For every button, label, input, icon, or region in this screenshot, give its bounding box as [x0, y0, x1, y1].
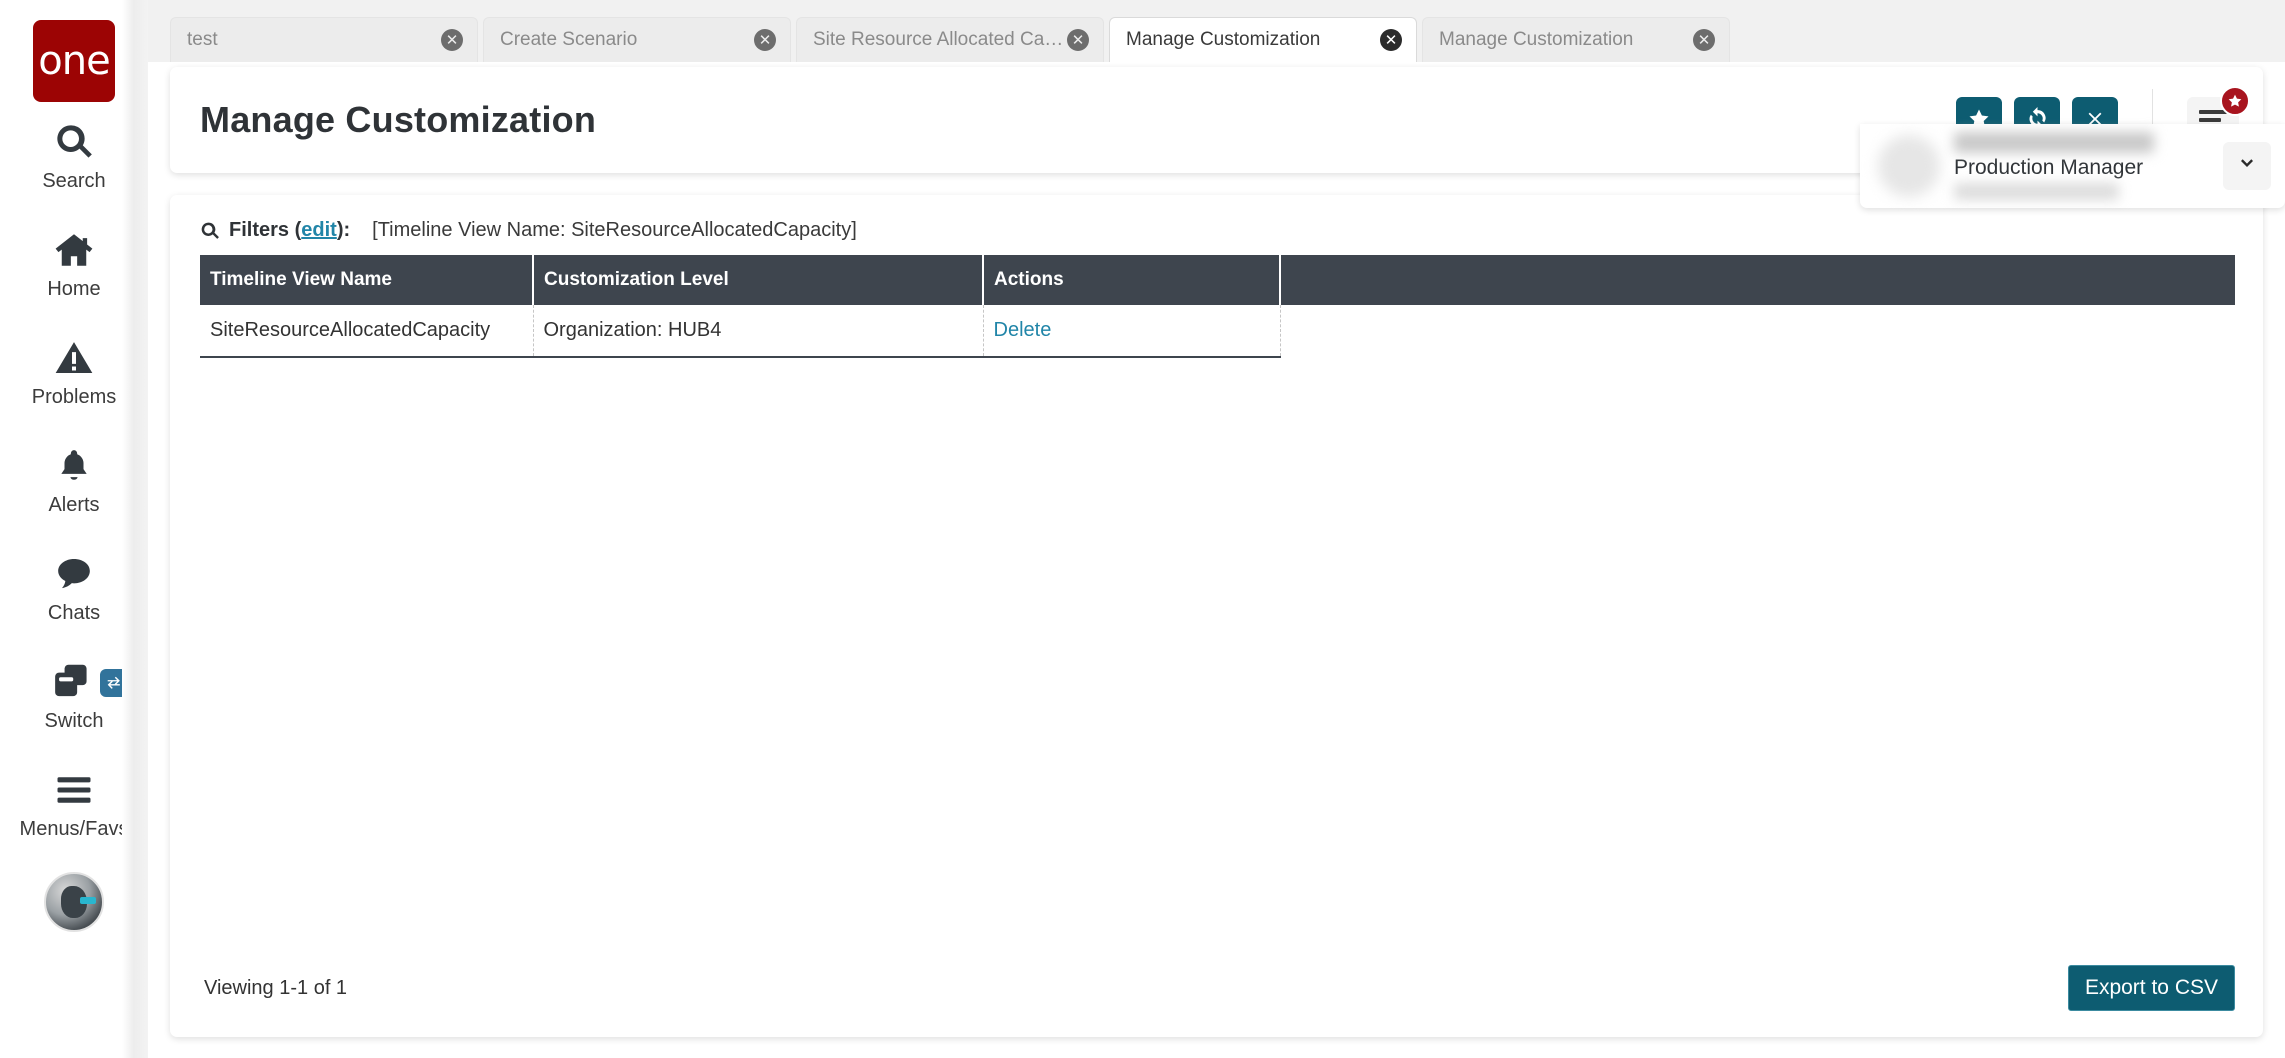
page-title: Manage Customization — [200, 99, 597, 140]
assistant-avatar[interactable] — [44, 872, 104, 932]
user-menu-toggle[interactable] — [2223, 142, 2271, 190]
tab-label: Manage Customization — [1126, 29, 1321, 50]
tab-manage-customization-second[interactable]: Manage Customization ✕ — [1422, 17, 1730, 62]
export-to-csv-button[interactable]: Export to CSV — [2067, 965, 2235, 1011]
sidebar-item-label: Search — [42, 169, 106, 192]
user-sub — [1954, 183, 2119, 200]
menu-favorites-badge — [2220, 86, 2250, 116]
sidebar-item-label: Chats — [47, 601, 101, 624]
filters-value: [Timeline View Name: SiteResourceAllocat… — [372, 219, 857, 241]
tab-bar: test ✕ Create Scenario ✕ Site Resource A… — [148, 0, 2285, 67]
sidebar-item-label: Alerts — [48, 493, 100, 516]
tab-label: Manage Customization — [1439, 29, 1634, 50]
user-role: Production Manager — [1954, 156, 2144, 179]
avatar — [1878, 135, 1940, 197]
home-icon — [53, 228, 95, 272]
viewing-status: Viewing 1-1 of 1 — [204, 976, 348, 999]
customization-table: Timeline View Name Customization Level A… — [200, 255, 2235, 358]
cell-actions: Delete — [983, 305, 1281, 358]
tab-close-icon[interactable]: ✕ — [1067, 29, 1089, 51]
results-table-wrapper: Timeline View Name Customization Level A… — [170, 255, 2263, 358]
tab-close-icon[interactable]: ✕ — [441, 29, 463, 51]
tab-create-scenario[interactable]: Create Scenario ✕ — [483, 17, 791, 62]
tab-close-icon[interactable]: ✕ — [754, 29, 776, 51]
cell-timeline-view-name: SiteResourceAllocatedCapacity — [200, 305, 534, 358]
switch-exchange-badge[interactable] — [100, 669, 128, 697]
tab-test[interactable]: test ✕ — [170, 17, 478, 62]
chevron-down-icon — [2235, 152, 2259, 181]
robot-face-icon — [61, 886, 96, 918]
main-region: test ✕ Create Scenario ✕ Site Resource A… — [148, 0, 2285, 1058]
table-header-row: Timeline View Name Customization Level A… — [200, 255, 2235, 305]
filters-label-suffix: ): — [336, 219, 351, 241]
column-header-customization-level[interactable]: Customization Level — [533, 255, 984, 305]
sidebar-item-chats[interactable]: Chats — [0, 534, 148, 642]
user-profile-panel[interactable]: Production Manager — [1860, 124, 2285, 208]
search-icon — [54, 120, 94, 164]
delete-link[interactable]: Delete — [994, 319, 1052, 341]
sidebar-item-menus-favs[interactable]: Menus/Favs — [0, 750, 148, 858]
sidebar-item-problems[interactable]: Problems — [0, 318, 148, 426]
table-row[interactable]: SiteResourceAllocatedCapacity Organizati… — [200, 305, 2235, 358]
brand-logo[interactable]: one — [33, 20, 115, 102]
sidebar-item-switch[interactable]: Switch — [0, 642, 148, 750]
content-area: Manage Customization Filters (edit): [Ti… — [148, 62, 2285, 1058]
sidebar-item-label: Switch — [44, 709, 104, 732]
bell-icon — [55, 444, 93, 488]
sidebar-item-label: Home — [47, 277, 101, 300]
tab-label: Site Resource Allocated Capacity — [813, 29, 1067, 50]
sidebar-item-label: Menus/Favs — [19, 817, 129, 840]
tab-manage-customization-active[interactable]: Manage Customization ✕ — [1109, 17, 1417, 67]
filters-edit-link[interactable]: edit — [301, 219, 337, 241]
column-header-timeline-view-name[interactable]: Timeline View Name — [200, 255, 534, 305]
tab-close-icon[interactable]: ✕ — [1693, 29, 1715, 51]
customization-list-card: Filters (edit): [Timeline View Name: Sit… — [170, 195, 2263, 1037]
tab-site-resource-allocated-capacity[interactable]: Site Resource Allocated Capacity ✕ — [796, 17, 1104, 62]
tab-close-icon[interactable]: ✕ — [1380, 29, 1402, 51]
card-footer: Viewing 1-1 of 1 Export to CSV — [170, 965, 2263, 1037]
tab-label: test — [187, 29, 218, 50]
user-meta: Production Manager — [1940, 132, 2223, 200]
sidebar-item-label: Problems — [31, 385, 117, 408]
app-root: one Search Home Problems Alerts Chats Sw… — [0, 0, 2285, 1058]
sidebar: one Search Home Problems Alerts Chats Sw… — [0, 0, 148, 1058]
cell-customization-level: Organization: HUB4 — [533, 305, 984, 358]
switch-windows-icon — [52, 660, 96, 704]
table-body: SiteResourceAllocatedCapacity Organizati… — [200, 305, 2235, 358]
column-header-spacer — [1280, 255, 2235, 305]
tab-label: Create Scenario — [500, 29, 638, 50]
chat-bubble-icon — [54, 552, 94, 596]
filters-label: Filters (edit): — [229, 219, 350, 242]
warning-triangle-icon — [54, 336, 94, 380]
sidebar-item-alerts[interactable]: Alerts — [0, 426, 148, 534]
hamburger-icon — [56, 768, 92, 812]
table-head: Timeline View Name Customization Level A… — [200, 255, 2235, 305]
search-icon — [200, 221, 220, 241]
sidebar-item-search[interactable]: Search — [0, 102, 148, 210]
column-header-actions[interactable]: Actions — [983, 255, 1281, 305]
user-name — [1954, 132, 2154, 153]
filters-label-text: Filters ( — [229, 219, 302, 241]
cell-spacer — [1280, 305, 2235, 357]
sidebar-item-home[interactable]: Home — [0, 210, 148, 318]
